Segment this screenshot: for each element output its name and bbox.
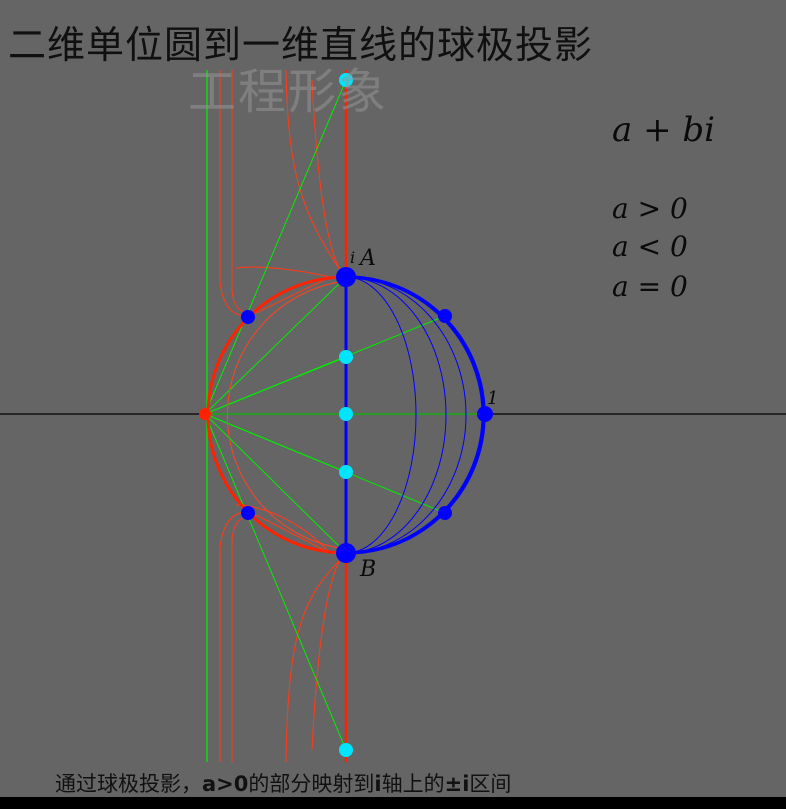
caption-part2: 的部分映射到 — [248, 772, 375, 796]
caption-part3: 轴上的 — [381, 772, 445, 796]
caption-bold1: a>0 — [202, 772, 249, 796]
south-pole-point — [199, 408, 211, 420]
bottom-bar — [0, 797, 786, 809]
condition-a-zero: a = 0 — [612, 270, 688, 303]
condition-a-negative: a < 0 — [612, 230, 688, 263]
caption-part4: 区间 — [469, 772, 512, 796]
label-one: 1 — [487, 388, 499, 409]
complex-formula: a + bi — [612, 110, 716, 150]
caption-bold3: ±i — [444, 772, 470, 796]
diagram-canvas: 工程形象 二维单位圆到一维直线的球极投影 a + bi a > 0 a < 0 … — [0, 0, 786, 809]
caption-part1: 通过球极投影， — [55, 772, 202, 796]
caption-bold2: i — [374, 772, 382, 796]
caption: 通过球极投影，a>0的部分映射到i轴上的±i区间 — [55, 768, 511, 798]
page-title: 二维单位圆到一维直线的球极投影 — [8, 23, 594, 67]
blue-dots — [241, 267, 493, 563]
label-i: i — [350, 248, 356, 267]
left-semicircle-red — [206, 275, 347, 555]
blue-arcs — [341, 275, 486, 555]
label-A: A — [360, 246, 376, 271]
red-thin-curves — [219, 69, 345, 763]
condition-a-positive: a > 0 — [612, 192, 688, 225]
label-B: B — [360, 557, 377, 582]
